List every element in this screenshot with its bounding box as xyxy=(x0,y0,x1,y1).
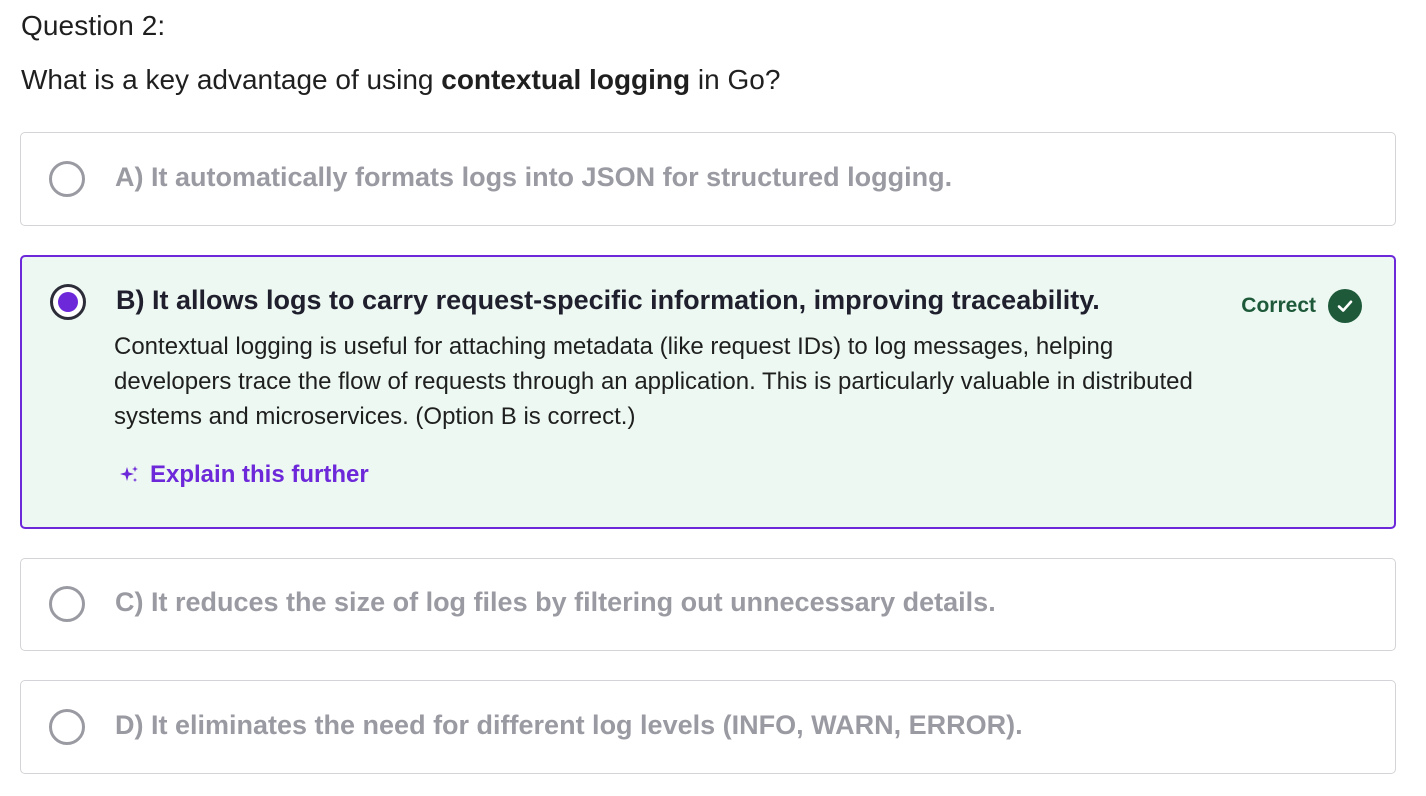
answer-option-c[interactable]: C) It reduces the size of log files by f… xyxy=(20,558,1396,651)
quiz-question-page: Question 2: What is a key advantage of u… xyxy=(0,0,1426,796)
answer-option-a[interactable]: A) It automatically formats logs into JS… xyxy=(20,132,1396,226)
question-number: Question 2: xyxy=(21,10,166,41)
option-d-label: D) It eliminates the need for different … xyxy=(115,710,1023,740)
option-b-label: B) It allows logs to carry request-speci… xyxy=(116,285,1100,315)
radio-button-a[interactable] xyxy=(49,161,85,197)
radio-button-b[interactable] xyxy=(50,284,86,320)
question-text-emphasis: contextual logging xyxy=(441,64,691,95)
question-text: What is a key advantage of using context… xyxy=(21,64,780,96)
explain-further-link[interactable]: Explain this further xyxy=(118,461,369,489)
question-text-start: What is a key advantage of using xyxy=(21,64,442,95)
option-c-label: C) It reduces the size of log files by f… xyxy=(115,587,996,617)
radio-button-c[interactable] xyxy=(49,586,85,622)
answer-explanation: Contextual logging is useful for attachi… xyxy=(114,333,1193,430)
answer-option-d[interactable]: D) It eliminates the need for different … xyxy=(20,680,1396,774)
radio-button-d[interactable] xyxy=(49,709,85,745)
option-a-label: A) It automatically formats logs into JS… xyxy=(115,162,953,192)
check-circle-icon xyxy=(1328,289,1362,323)
correct-status-label: Correct xyxy=(1241,294,1316,317)
explain-further-label: Explain this further xyxy=(150,461,369,488)
correct-badge: Correct xyxy=(1241,289,1362,323)
sparkle-icon xyxy=(118,464,140,486)
radio-selected-dot xyxy=(58,292,78,312)
answer-option-b[interactable]: B) It allows logs to carry request-speci… xyxy=(20,255,1396,529)
question-text-end: in Go? xyxy=(690,64,781,95)
